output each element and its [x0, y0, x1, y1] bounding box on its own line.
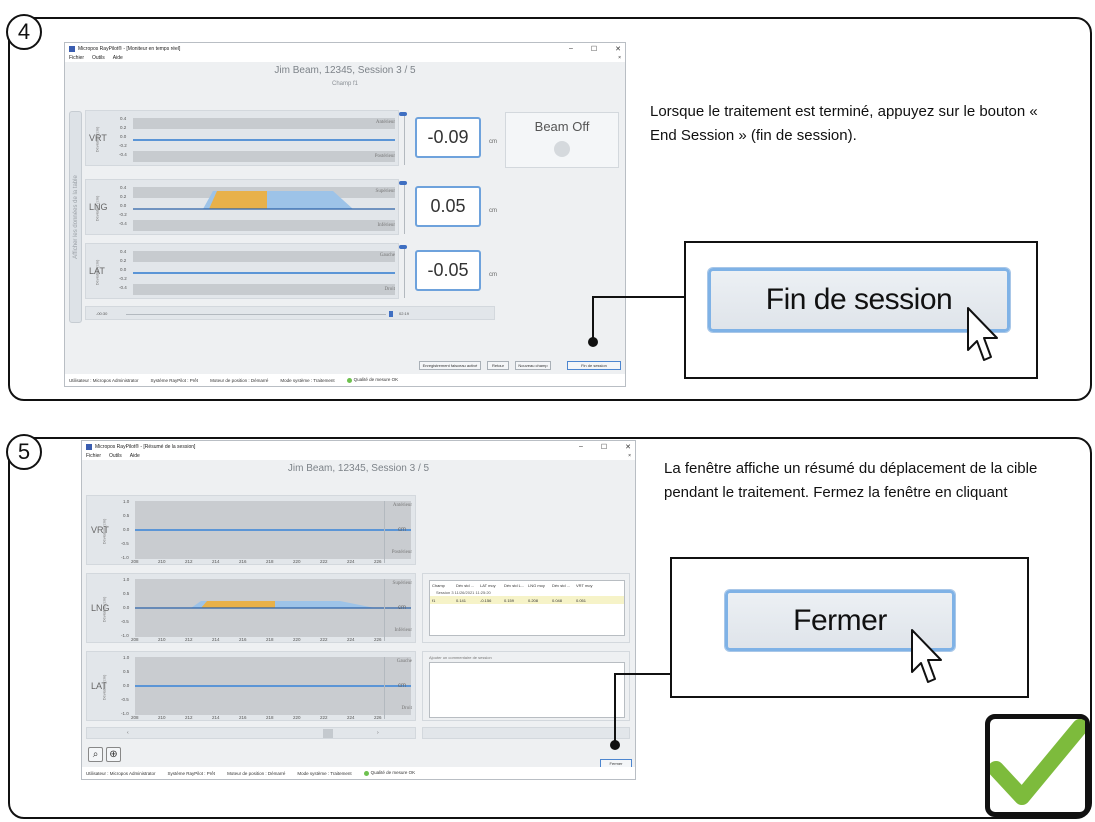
menu-help[interactable]: Aide [113, 55, 123, 61]
beam-status-panel: Beam Off [505, 112, 619, 168]
time-start: -00:30 [96, 311, 108, 316]
beam-recording-button[interactable]: Enregistrement faisceau activé [419, 361, 481, 370]
close-icon[interactable]: ✕ [625, 443, 631, 451]
lng-tolerance-slider[interactable] [399, 181, 407, 185]
vrt-value: -0.09 [415, 117, 481, 158]
back-button[interactable]: Retour [487, 361, 509, 370]
menu-file[interactable]: Fichier [86, 453, 101, 459]
scroll-left-icon[interactable]: ‹ [127, 730, 129, 736]
lat-summary-plot: LAT Déviation (cm) 1.0 0.5 0.0 -0.5 -1.0… [86, 651, 416, 721]
lng-beam-on-area [209, 191, 267, 209]
pointer-cursor-icon [967, 307, 998, 361]
status-bar: Utilisateur : Micropos Administrator Sys… [65, 374, 625, 386]
vrt-track: VRT Déviation (cm) 0.4 0.2 0.0 -0.2 -0.4… [85, 110, 399, 166]
step-4-badge: 4 [6, 14, 42, 50]
summary-table: Champ Dév std ... LAT moy Dév std L... L… [429, 580, 625, 636]
lng-summary-signal [135, 601, 411, 609]
menu-help[interactable]: Aide [130, 453, 140, 459]
lng-summary-plot: LNG Déviation (cm) 1.0 0.5 0.0 -0.5 -1.0… [86, 573, 416, 643]
time-end: 02:19 [399, 311, 410, 316]
window-titlebar: Micropos RayPilot® - [Résumé de la sessi… [82, 441, 635, 452]
realtime-monitor-screenshot: Micropos RayPilot® - [Moniteur en temps … [64, 42, 626, 387]
menubar: Fichier Outils Aide × [65, 54, 625, 62]
end-session-button[interactable]: Fin de session [567, 361, 621, 370]
vrt-bottom-label: Postérieur [374, 154, 395, 159]
status-ok-icon [363, 770, 369, 776]
window-title: Micropos RayPilot® - [Résumé de la sessi… [95, 443, 196, 450]
vrt-ylabel: Déviation (cm) [94, 126, 100, 153]
lng-track: LNG Déviation (cm) 0.4 0.2 0.0 -0.2 -0.4… [85, 179, 399, 235]
vrt-signal [133, 139, 395, 141]
comment-label: Ajouter un commentaire de session [429, 655, 492, 660]
close-icon[interactable]: ✕ [615, 45, 621, 53]
window-title: Micropos RayPilot® - [Moniteur en temps … [78, 45, 181, 52]
close-document-icon[interactable]: × [628, 453, 631, 459]
completed-checkbox-icon [985, 714, 1090, 817]
comment-panel: Ajouter un commentaire de session [422, 651, 630, 721]
lat-value: -0.05 [415, 250, 481, 291]
menubar: Fichier Outils Aide × [82, 452, 635, 460]
window-titlebar: Micropos RayPilot® - [Moniteur en temps … [65, 43, 625, 54]
menu-file[interactable]: Fichier [69, 55, 84, 61]
scroll-right-icon[interactable]: › [377, 730, 379, 736]
step-4-instruction: Lorsque le traitement est terminé, appuy… [650, 103, 1038, 144]
table-row[interactable]: f1 0.141 -0.156 0.159 0.208 0.048 0.051 [430, 596, 624, 604]
maximize-icon[interactable]: ☐ [601, 443, 607, 451]
menu-tools[interactable]: Outils [109, 453, 122, 459]
app-logo-icon [86, 443, 92, 450]
minimize-icon[interactable]: – [569, 45, 573, 52]
vrt-summary-plot: VRT Déviation (cm) 1.0 0.5 0.0 -0.5 -1.0… [86, 495, 416, 565]
session-comment-input[interactable] [429, 662, 625, 718]
app-logo-icon [69, 45, 75, 52]
timeline: -00:30 02:19 [85, 306, 495, 320]
session-summary-screenshot: Micropos RayPilot® - [Résumé de la sessi… [81, 440, 636, 780]
lng-summary-beam-on-area [201, 601, 275, 608]
lng-value: 0.05 [415, 186, 481, 227]
zoom-in-icon[interactable]: ⊕ [106, 747, 121, 762]
vrt-top-label: Antérieur [375, 120, 395, 125]
vrt-tolerance-slider[interactable] [399, 112, 407, 116]
step-5-instruction: La fenêtre affiche un résumé du déplacem… [664, 460, 1038, 501]
checkmark-icon [990, 719, 1085, 805]
zoom-out-icon[interactable]: ⌕ [88, 747, 103, 762]
status-ok-icon [346, 377, 352, 383]
radiation-icon [554, 141, 570, 157]
table-session-group[interactable]: Session 3 11/26/2021 11:25:20 [430, 589, 624, 596]
lat-tolerance-slider[interactable] [399, 245, 407, 249]
timeline-scrollbar[interactable]: ‹ › [86, 727, 416, 739]
close-document-icon[interactable]: × [618, 55, 621, 61]
timeline-handle[interactable] [389, 311, 393, 317]
step-5-badge: 5 [6, 434, 42, 470]
new-field-button[interactable]: Nouveau champ [515, 361, 551, 370]
status-bar: Utilisateur : Micropos Administrator Sys… [82, 767, 635, 779]
pointer-cursor-icon [911, 629, 942, 683]
menu-tools[interactable]: Outils [92, 55, 105, 61]
maximize-icon[interactable]: ☐ [591, 45, 597, 53]
table-data-side-tab[interactable]: Afficher les données de la table [69, 111, 82, 323]
lat-track: LAT Déviation (cm) 0.4 0.2 0.0 -0.2 -0.4… [85, 243, 399, 299]
summary-table-panel: Champ Dév std ... LAT moy Dév std L... L… [422, 573, 630, 643]
field-label: Champ f1 [331, 81, 358, 87]
scroll-thumb[interactable] [323, 729, 333, 738]
lat-signal [133, 272, 395, 274]
table-header: Champ Dév std ... LAT moy Dév std L... L… [432, 582, 593, 588]
minimize-icon[interactable]: – [579, 443, 583, 450]
end-session-callout-button[interactable]: Fin de session [708, 268, 1010, 332]
beam-status: Beam Off [534, 119, 590, 134]
session-title: Jim Beam, 12345, Session 3 / 5 [287, 463, 430, 474]
session-title: Jim Beam, 12345, Session 3 / 5 [274, 65, 416, 76]
